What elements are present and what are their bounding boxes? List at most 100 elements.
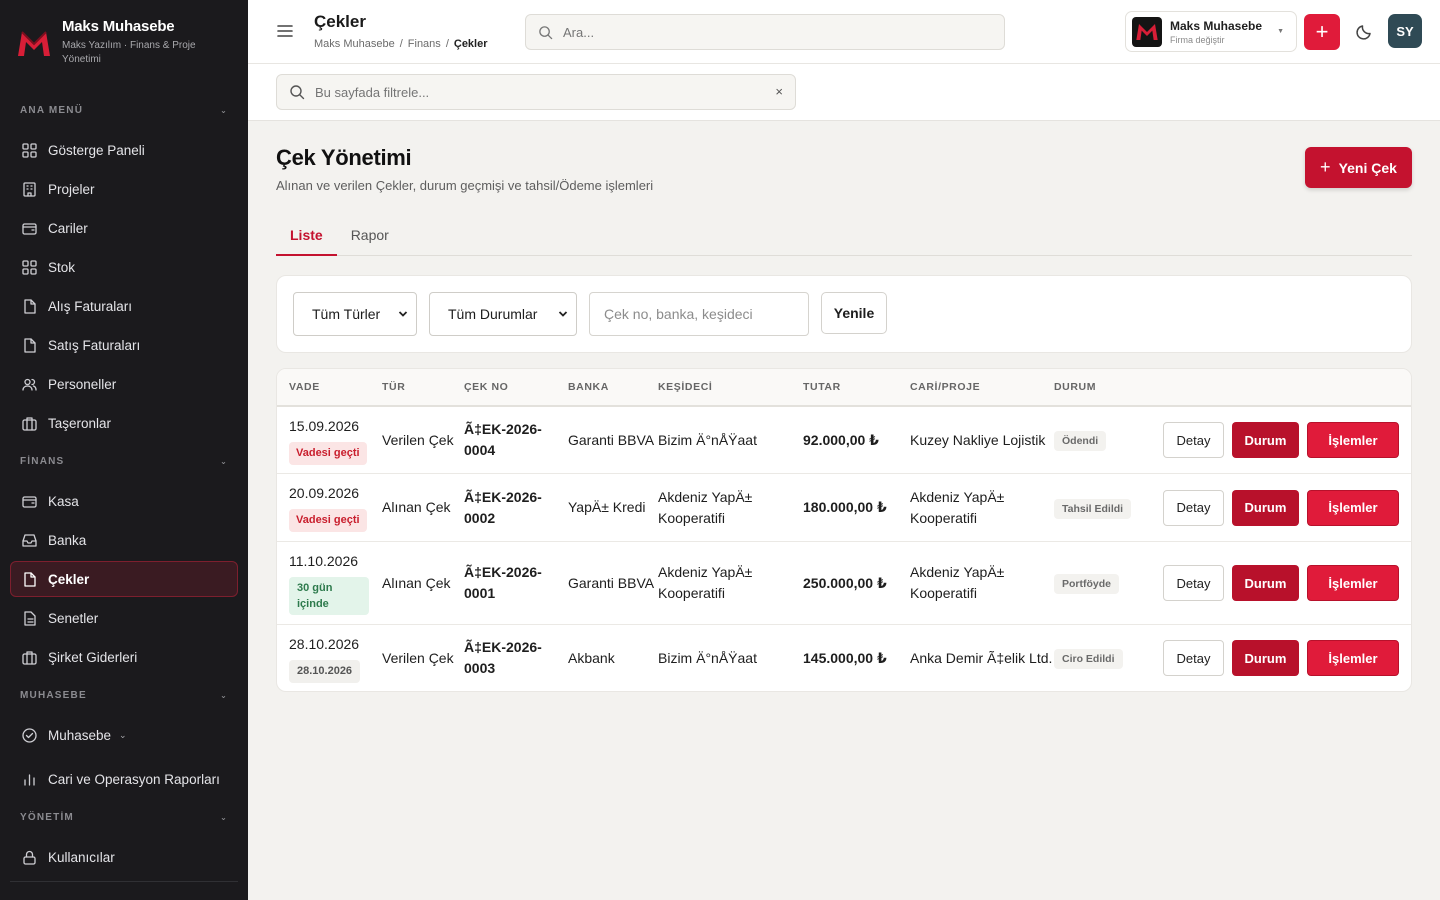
briefcase-icon xyxy=(22,650,37,665)
new-check-button[interactable]: + Yeni Çek xyxy=(1305,147,1412,188)
operations-button[interactable]: İşlemler xyxy=(1307,422,1399,458)
status-button[interactable]: Durum xyxy=(1232,489,1299,526)
brand[interactable]: Maks Muhasebe Maks Yazılım · Finans & Pr… xyxy=(0,0,248,90)
type-select[interactable]: Tüm Türler xyxy=(293,292,417,336)
sidebar-section-label: FİNANS xyxy=(20,455,65,467)
status-badge: Tahsil Edildi xyxy=(1054,498,1132,519)
tab-rapor[interactable]: Rapor xyxy=(337,221,403,256)
sidebar-item-kasa[interactable]: Kasa xyxy=(10,483,238,519)
col-tutar[interactable]: TUTAR xyxy=(803,381,910,393)
detail-button[interactable]: Detay xyxy=(1163,422,1224,458)
cell-vade: 20.09.2026 Vadesi geçti xyxy=(277,483,382,532)
page-filter[interactable]: × xyxy=(276,74,796,110)
vade-date: 20.09.2026 xyxy=(289,485,360,501)
vade-date: 11.10.2026 xyxy=(289,553,359,569)
table-row[interactable]: 20.09.2026 Vadesi geçti Alınan Çek Ã‡EK-202… xyxy=(277,474,1411,542)
chevron-down-icon: ⌄ xyxy=(220,690,228,700)
sidebar-item-personeller[interactable]: Personeller xyxy=(10,366,238,402)
sidebar-item-label: Stok xyxy=(48,259,76,275)
sidebar-item-cari-ve-operasyon-raporları[interactable]: Cari ve Operasyon Raporları xyxy=(10,761,238,797)
user-avatar[interactable]: SY xyxy=(1388,14,1422,48)
detail-button[interactable]: Detay xyxy=(1163,640,1224,676)
table-row[interactable]: 28.10.2026 28.10.2026 Verilen Çek Ã‡EK-2026… xyxy=(277,625,1411,691)
cell-tutar: 145.000,00 ₺ xyxy=(803,649,887,666)
sidebar-item-senetler[interactable]: Senetler xyxy=(10,600,238,636)
operations-button[interactable]: İşlemler xyxy=(1307,489,1399,526)
sidebar-section-header[interactable]: YÖNETİM ⌄ xyxy=(0,807,248,827)
sidebar-section-header[interactable]: ANA MENÜ ⌄ xyxy=(0,100,248,120)
tabs: Liste Rapor xyxy=(276,221,1412,256)
bar-chart-icon xyxy=(24,773,35,786)
clear-filter-icon[interactable]: × xyxy=(775,84,783,99)
table-row[interactable]: 15.09.2026 Vadesi geçti Verilen Çek Ã‡EK-20… xyxy=(277,407,1411,474)
sidebar-item-banka[interactable]: Banka xyxy=(10,522,238,558)
grid-icon xyxy=(22,142,37,158)
company-switcher[interactable]: Maks Muhasebe Firma değiştir ▼ xyxy=(1125,11,1297,52)
page-filter-input[interactable] xyxy=(315,84,755,100)
sidebar-item-kullanıcılar[interactable]: Kullanıcılar xyxy=(10,839,238,875)
sidebar-item-satış-faturaları[interactable]: Satış Faturaları xyxy=(10,327,238,363)
sidebar-item-çekler[interactable]: Çekler xyxy=(10,561,238,597)
col-cari-proje[interactable]: CARİ/PROJE xyxy=(910,381,1054,393)
cell-durum: Ciro Edildi xyxy=(1054,647,1146,669)
cell-banka: YapÄ± Kredi xyxy=(568,499,646,515)
hamburger-menu-icon[interactable] xyxy=(276,22,294,40)
col-kesideci[interactable]: KEŞİDECİ xyxy=(658,381,803,393)
cell-cek-no: Ã‡EK-2026-0003 xyxy=(464,639,542,676)
sidebar-item-alış-faturaları[interactable]: Alış Faturaları xyxy=(10,288,238,324)
quick-add-button[interactable]: + xyxy=(1304,14,1340,50)
cell-kesideci: Akdeniz YapÄ± Kooperatifi xyxy=(658,564,753,601)
sidebar-item-şirket-giderleri[interactable]: Şirket Giderleri xyxy=(10,639,238,675)
sidebar-item-stok[interactable]: Stok xyxy=(10,249,238,285)
status-button[interactable]: Durum xyxy=(1232,565,1299,601)
check-search-input[interactable] xyxy=(589,292,809,336)
moon-icon[interactable] xyxy=(1354,20,1376,42)
sidebar-item-taşeronlar[interactable]: Taşeronlar xyxy=(10,405,238,441)
tab-liste[interactable]: Liste xyxy=(276,221,337,256)
detail-button[interactable]: Detay xyxy=(1163,489,1224,526)
sidebar-section-header[interactable]: MUHASEBE ⌄ xyxy=(0,685,248,705)
detail-button[interactable]: Detay xyxy=(1163,565,1224,601)
sidebar-section-header[interactable]: FİNANS ⌄ xyxy=(0,451,248,471)
status-button[interactable]: Durum xyxy=(1232,422,1299,458)
col-cek-no[interactable]: ÇEK NO xyxy=(464,381,568,393)
brand-logo xyxy=(18,31,50,56)
status-button[interactable]: Durum xyxy=(1232,640,1299,676)
cell-kesideci: Bizim Ä°nÅŸaat xyxy=(658,431,757,448)
cell-tur: Alınan Çek xyxy=(382,499,451,515)
breadcrumb-sep: / xyxy=(399,38,403,50)
brand-subtitle: Maks Yazılım · Finans & Proje Yönetimi xyxy=(62,40,196,65)
global-search[interactable] xyxy=(525,14,1005,50)
sidebar-item-muhasebe[interactable]: Muhasebe ⌄ xyxy=(10,717,238,753)
cell-cari-proje: Kuzey Nakliye Lojistik xyxy=(910,431,1046,448)
cell-banka: Akbank xyxy=(568,649,615,666)
global-search-input[interactable] xyxy=(563,24,963,40)
sidebar-nav: ANA MENÜ ⌄ Gösterge Paneli Projeler Cariler S… xyxy=(0,100,248,900)
cell-durum: Tahsil Edildi xyxy=(1054,497,1146,519)
status-badge: Ödendi xyxy=(1054,431,1107,451)
company-logo xyxy=(1132,16,1162,47)
cell-vade: 28.10.2026 28.10.2026 xyxy=(277,634,382,683)
cell-cek-no: Ã‡EK-2026-0002 xyxy=(464,488,542,526)
breadcrumb-finans[interactable]: Finans xyxy=(408,38,441,50)
operations-button[interactable]: İşlemler xyxy=(1307,640,1399,676)
col-vade[interactable]: VADE xyxy=(277,381,382,393)
col-banka[interactable]: BANKA xyxy=(568,381,658,393)
sidebar-item-projeler[interactable]: Projeler xyxy=(10,171,238,207)
refresh-button[interactable]: Yenile xyxy=(821,292,887,334)
chevron-down-icon: ⌄ xyxy=(119,729,127,740)
sidebar-item-label: Gösterge Paneli xyxy=(48,142,145,158)
breadcrumb-root[interactable]: Maks Muhasebe xyxy=(314,38,395,50)
sidebar-section-label: MUHASEBE xyxy=(20,689,87,701)
logout-button[interactable]: Çıkış Yap xyxy=(10,888,238,900)
filter-card: Tüm Türler Tüm Durumlar Yenile xyxy=(276,275,1412,353)
vade-date: 15.09.2026 xyxy=(289,417,360,434)
table-row[interactable]: 11.10.2026 30 gün içinde Alınan Çek Ã‡EK-20… xyxy=(277,542,1411,625)
sidebar-item-cariler[interactable]: Cariler xyxy=(10,210,238,246)
col-tur[interactable]: TÜR xyxy=(382,381,464,393)
status-select[interactable]: Tüm Durumlar xyxy=(429,292,577,336)
vade-badge: 30 gün içinde xyxy=(289,577,369,615)
sidebar-item-gösterge-paneli[interactable]: Gösterge Paneli xyxy=(10,132,238,168)
col-durum[interactable]: DURUM xyxy=(1054,381,1146,393)
operations-button[interactable]: İşlemler xyxy=(1307,565,1399,601)
